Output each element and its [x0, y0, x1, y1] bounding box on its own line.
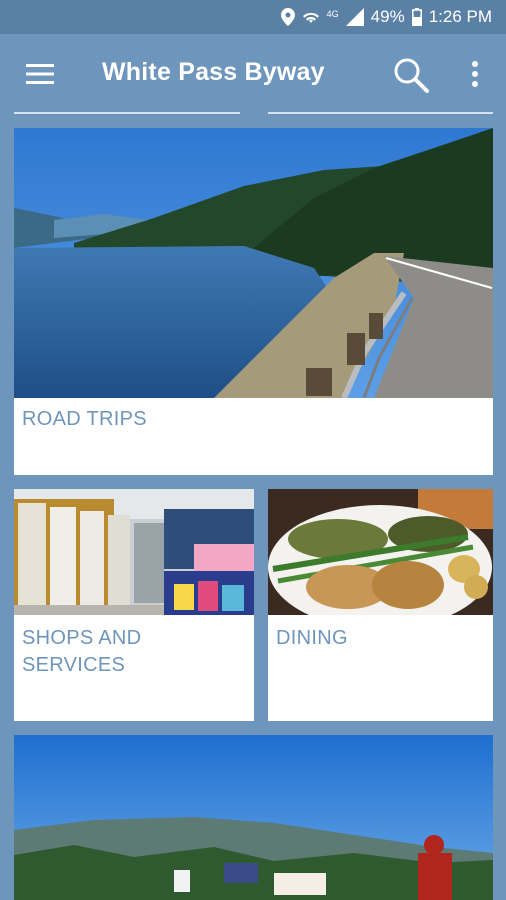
signal-icon — [345, 8, 364, 26]
menu-icon[interactable] — [26, 62, 54, 86]
lte-icon: 4G — [326, 9, 339, 19]
app-bar: White Pass Byway — [0, 34, 506, 114]
battery-icon — [411, 8, 422, 26]
dinner-plate-photo — [268, 489, 493, 615]
mountain-town-photo — [14, 735, 493, 900]
road-trips-card[interactable]: ROAD TRIPS — [14, 128, 493, 475]
lake-highway-photo — [14, 128, 493, 398]
more-vert-icon[interactable] — [466, 58, 484, 90]
card-label: ROAD TRIPS — [22, 408, 147, 430]
wifi-icon — [302, 9, 320, 25]
card-label: DINING — [276, 627, 348, 649]
battery-text: 49% — [370, 7, 405, 26]
search-icon[interactable] — [392, 56, 430, 94]
app-title: White Pass Byway — [102, 58, 325, 86]
card-label: SHOPS AND SERVICES — [22, 627, 142, 676]
dining-card[interactable]: DINING — [268, 489, 493, 721]
location-icon — [280, 8, 295, 26]
shops-services-card[interactable]: SHOPS AND SERVICES — [14, 489, 254, 721]
clock: 1:26 PM — [428, 7, 492, 26]
town-card[interactable] — [14, 735, 493, 900]
tab-indicator — [14, 112, 240, 114]
store-interior-photo — [14, 489, 254, 615]
status-bar: 4G 49% 1:26 PM — [0, 0, 506, 34]
tab-indicator — [268, 112, 493, 114]
